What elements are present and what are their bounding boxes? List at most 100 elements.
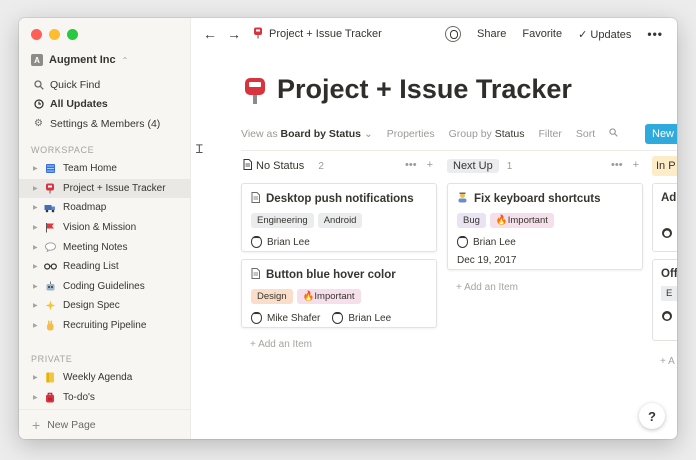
plus-icon[interactable]: + xyxy=(427,159,433,171)
sidebar-item-todos[interactable]: ▶ To-do's xyxy=(19,388,191,408)
board-card[interactable]: Desktop push notifications Engineering A… xyxy=(241,183,437,252)
view-selector[interactable]: View as Board by Status ⌄ xyxy=(241,128,373,140)
tag: Engineering xyxy=(251,213,314,228)
more-options-icon[interactable]: ••• xyxy=(405,159,417,171)
sidebar-item-label: Meeting Notes xyxy=(63,241,128,253)
chevron-down-icon: ⌄ xyxy=(363,128,373,140)
expand-triangle-icon[interactable]: ▶ xyxy=(33,185,43,192)
board-card[interactable]: Button blue hover color Design 🔥Importan… xyxy=(241,259,437,328)
assignee: Brian Lee xyxy=(457,236,516,248)
postbox-icon[interactable] xyxy=(243,77,267,104)
sidebar-item-settings[interactable]: ⚙ Settings & Members (4) xyxy=(19,114,191,134)
new-page-label: New Page xyxy=(47,418,96,431)
breadcrumb[interactable]: Project + Issue Tracker xyxy=(253,27,382,42)
board-card[interactable]: Fix keyboard shortcuts Bug 🔥Important Br… xyxy=(447,183,643,270)
sort-button[interactable]: Sort xyxy=(576,128,595,140)
column-count: 1 xyxy=(506,160,513,172)
card-tags: Design 🔥Important xyxy=(251,289,436,304)
notebook-icon xyxy=(43,372,57,384)
avatar xyxy=(251,312,262,324)
filter-button[interactable]: Filter xyxy=(539,128,562,140)
card-assignees: Mike Shafer Brian Lee xyxy=(251,312,436,324)
more-options-icon[interactable]: ••• xyxy=(647,27,663,41)
chevron-updown-icon: ⌃ xyxy=(121,55,129,65)
forward-arrow-icon[interactable]: → xyxy=(227,26,241,42)
expand-triangle-icon[interactable]: ▶ xyxy=(33,374,43,381)
private-section-label: PRIVATE xyxy=(31,354,73,364)
assignee: Brian Lee xyxy=(251,236,310,248)
user-avatar[interactable] xyxy=(445,26,462,42)
search-icon[interactable] xyxy=(609,128,618,140)
card-title-text: Fix keyboard shortcuts xyxy=(474,193,601,205)
assignee-name: Brian Lee xyxy=(267,236,310,248)
expand-triangle-icon[interactable]: ▶ xyxy=(33,263,43,270)
help-button[interactable]: ? xyxy=(639,403,665,429)
plus-icon[interactable]: + xyxy=(633,159,639,171)
new-item-button[interactable]: New It xyxy=(645,124,677,144)
new-page-button[interactable]: + New Page xyxy=(19,409,191,439)
board-card[interactable]: Off E xyxy=(652,259,677,341)
sidebar-item-reading-list[interactable]: ▶ Reading List xyxy=(19,257,191,277)
zoom-window-button[interactable] xyxy=(67,29,78,40)
add-item-button[interactable]: + Add an Item xyxy=(250,339,312,350)
column-title[interactable]: In P xyxy=(652,156,677,176)
sidebar-item-recruiting-pipeline[interactable]: ▶ Recruiting Pipeline xyxy=(19,316,191,336)
sidebar-item-vision-mission[interactable]: ▶ Vision & Mission xyxy=(19,218,191,238)
sidebar-item-project-issue-tracker[interactable]: ▶ Project + Issue Tracker xyxy=(19,178,191,199)
sidebar-item-label: Vision & Mission xyxy=(63,222,137,234)
card-tags: Engineering Android xyxy=(251,213,436,228)
expand-triangle-icon[interactable]: ▶ xyxy=(33,322,43,329)
sidebar-item-weekly-agenda[interactable]: ▶ Weekly Agenda xyxy=(19,368,191,388)
board-card[interactable]: Ad xyxy=(652,183,677,252)
card-title-text: Desktop push notifications xyxy=(266,193,414,205)
updates-label: Updates xyxy=(590,28,632,41)
column-title[interactable]: Next Up xyxy=(447,159,499,173)
close-window-button[interactable] xyxy=(31,29,42,40)
expand-triangle-icon[interactable]: ▶ xyxy=(33,165,43,172)
favorite-button[interactable]: Favorite xyxy=(522,28,562,40)
postbox-icon xyxy=(43,182,57,194)
glasses-icon xyxy=(43,261,57,273)
expand-triangle-icon[interactable]: ▶ xyxy=(33,302,43,309)
group-by-button[interactable]: Group by Status xyxy=(449,128,525,140)
sidebar-item-quick-find[interactable]: Quick Find xyxy=(19,75,191,95)
workspace-switcher[interactable]: A Augment Inc ⌃ xyxy=(31,54,128,66)
sidebar-item-coding-guidelines[interactable]: ▶ Coding Guidelines xyxy=(19,277,191,297)
sidebar-item-team-home[interactable]: ▶ Team Home xyxy=(19,159,191,179)
sidebar-item-meeting-notes[interactable]: ▶ Meeting Notes xyxy=(19,237,191,257)
expand-triangle-icon[interactable]: ▶ xyxy=(33,244,43,251)
properties-button[interactable]: Properties xyxy=(387,128,435,140)
map-book-icon xyxy=(43,163,57,175)
document-icon xyxy=(251,268,260,282)
expand-triangle-icon[interactable]: ▶ xyxy=(33,283,43,290)
sidebar-item-label: Quick Find xyxy=(50,78,101,91)
expand-triangle-icon[interactable]: ▶ xyxy=(33,204,43,211)
more-options-icon[interactable]: ••• xyxy=(611,159,623,171)
tag: 🔥Important xyxy=(489,213,554,228)
expand-triangle-icon[interactable]: ▶ xyxy=(33,224,43,231)
workspace-pages: ▶ Team Home ▶ Project + Issue Tracker ▶ … xyxy=(19,159,191,335)
sidebar-item-design-spec[interactable]: ▶ Design Spec xyxy=(19,296,191,316)
robot-icon xyxy=(43,280,57,292)
tag: Design xyxy=(251,289,293,304)
search-icon xyxy=(33,79,44,90)
expand-triangle-icon[interactable]: ▶ xyxy=(33,394,43,401)
tag: E xyxy=(661,286,677,301)
avatar xyxy=(332,312,344,324)
sidebar-item-label: To-do's xyxy=(63,391,95,403)
add-item-button[interactable]: + Add an Item xyxy=(456,282,518,293)
column-title[interactable]: No Status xyxy=(241,158,310,174)
view-toolbar: View as Board by Status ⌄ Properties Gro… xyxy=(241,123,677,145)
add-item-button[interactable]: + A xyxy=(660,356,675,367)
document-icon xyxy=(251,192,260,206)
back-arrow-icon[interactable]: ← xyxy=(203,26,217,42)
minimize-window-button[interactable] xyxy=(49,29,60,40)
sidebar-item-roadmap[interactable]: ▶ Roadmap xyxy=(19,198,191,218)
card-title-text: Button blue hover color xyxy=(266,269,396,281)
updates-button[interactable]: ✓ Updates xyxy=(578,28,631,41)
page-title[interactable]: Project + Issue Tracker xyxy=(277,74,572,105)
share-button[interactable]: Share xyxy=(477,28,506,40)
card-tags: Bug 🔥Important xyxy=(457,213,642,228)
card-assignees: Brian Lee xyxy=(457,236,642,248)
sidebar-item-all-updates[interactable]: All Updates xyxy=(19,95,191,115)
